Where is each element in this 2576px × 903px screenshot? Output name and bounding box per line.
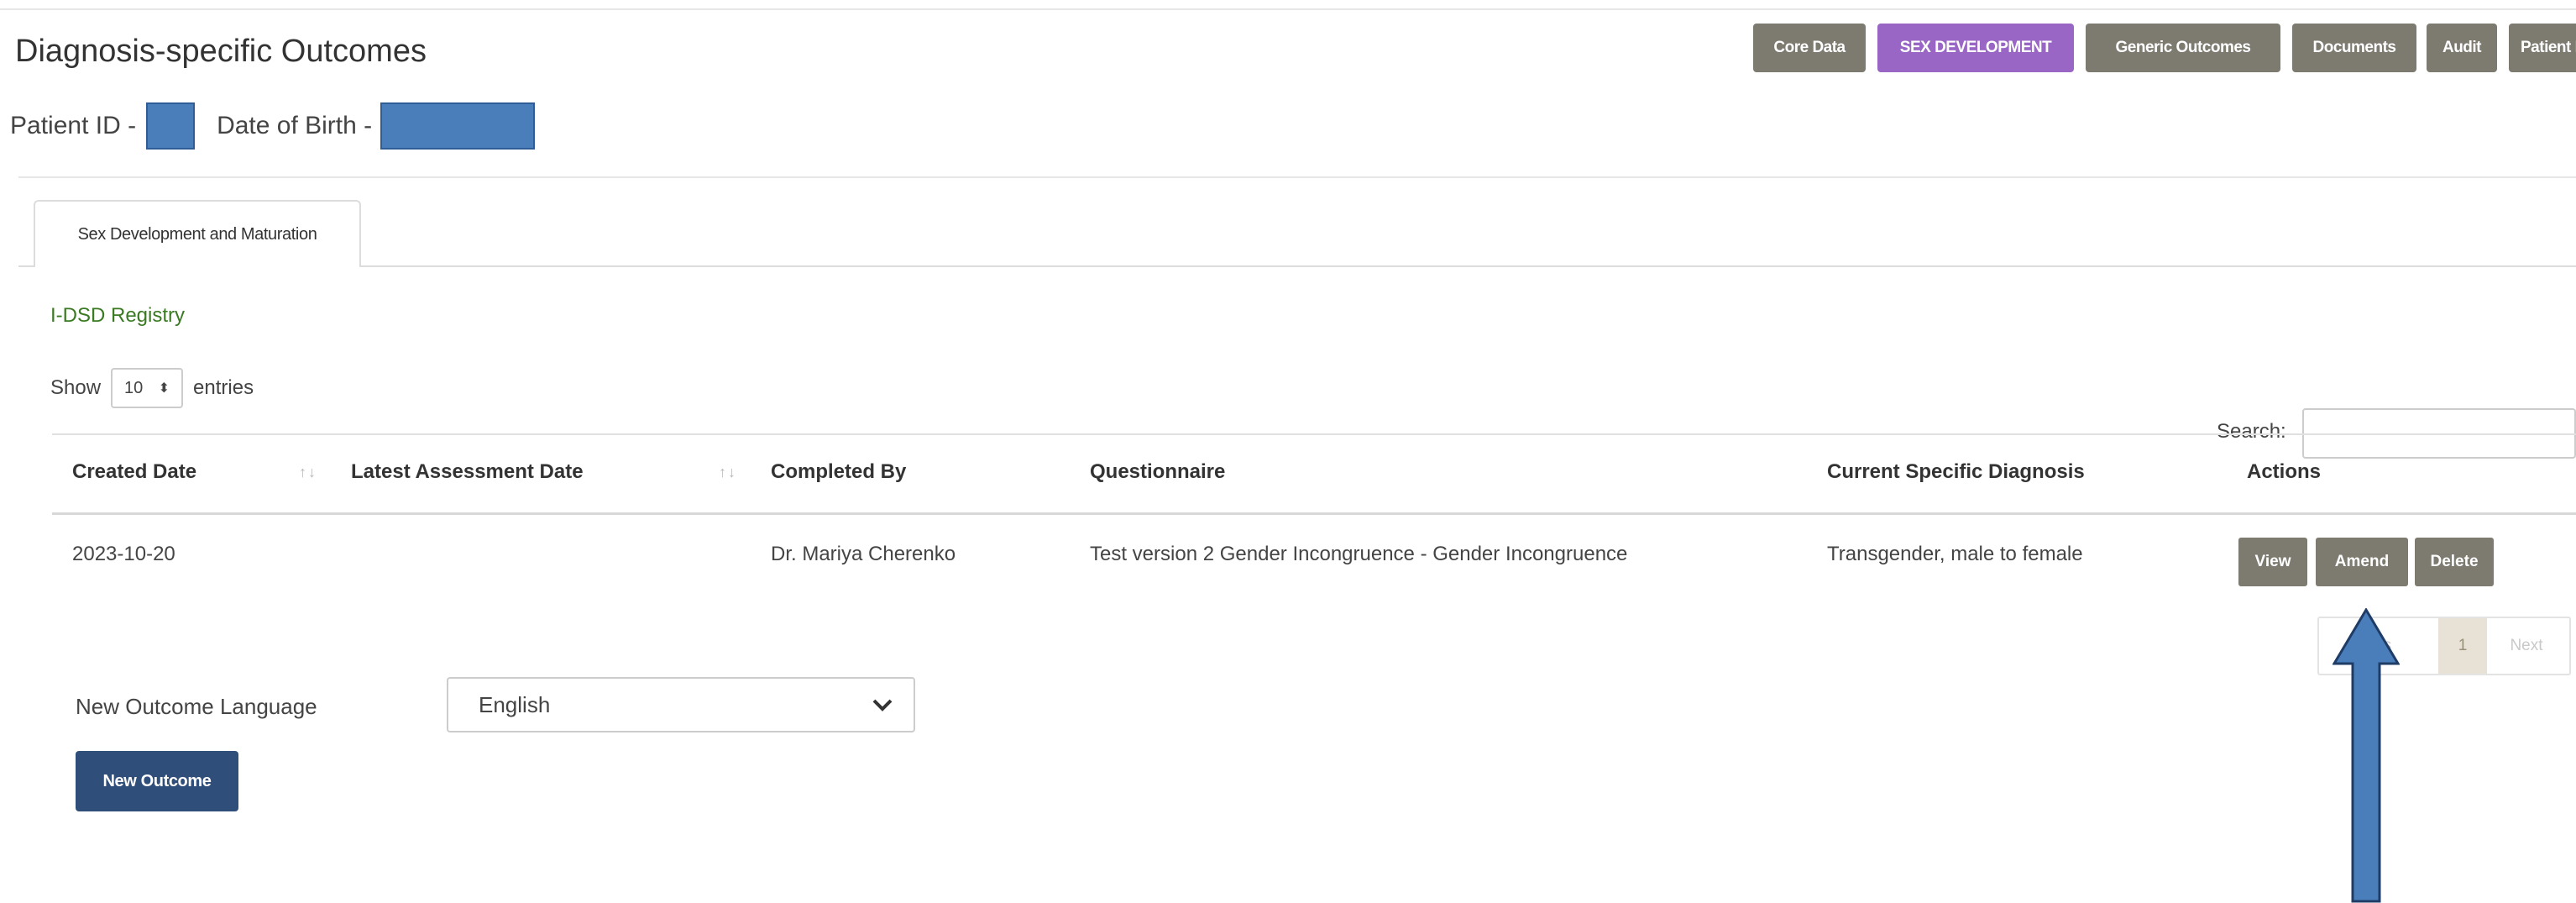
patient-info-row: Patient ID - Date of Birth - bbox=[10, 102, 536, 150]
updown-icon: ⬍ bbox=[158, 381, 170, 396]
entries-select[interactable]: 10 ⬍ bbox=[111, 368, 184, 408]
sort-icon[interactable]: ↑↓ bbox=[719, 464, 737, 481]
delete-button[interactable]: Delete bbox=[2415, 538, 2494, 586]
nav-documents-button[interactable]: Documents bbox=[2292, 24, 2416, 72]
language-label: New Outcome Language bbox=[76, 694, 317, 719]
nav-core-data-button[interactable]: Core Data bbox=[1753, 24, 1866, 72]
header-questionnaire[interactable]: Questionnaire bbox=[1090, 460, 1225, 484]
header-latest-assessment-date[interactable]: Latest Assessment Date bbox=[351, 460, 584, 484]
cell-completed-by: Dr. Mariya Cherenko bbox=[771, 543, 956, 565]
show-label: Show bbox=[50, 376, 102, 399]
nav-patient-list-button[interactable]: Patient Li bbox=[2509, 24, 2576, 72]
cell-diagnosis: Transgender, male to female bbox=[1827, 543, 2083, 565]
language-value: English bbox=[479, 691, 551, 717]
next-page-button[interactable]: Next bbox=[2487, 618, 2566, 674]
cell-questionnaire: Test version 2 Gender Incongruence - Gen… bbox=[1090, 543, 1628, 565]
header-current-specific-diagnosis[interactable]: Current Specific Diagnosis bbox=[1827, 460, 2085, 484]
language-select[interactable]: English bbox=[447, 677, 915, 732]
table-header-border bbox=[52, 512, 2576, 515]
entries-label: entries bbox=[193, 376, 254, 399]
registry-link[interactable]: I-DSD Registry bbox=[50, 304, 185, 328]
tab-baseline bbox=[18, 265, 2576, 267]
sort-icon[interactable]: ↑↓ bbox=[299, 464, 317, 481]
search-label: Search: bbox=[2217, 420, 2286, 443]
annotation-arrow-icon bbox=[2333, 608, 2400, 903]
new-outcome-button[interactable]: New Outcome bbox=[76, 751, 238, 811]
nav-audit-button[interactable]: Audit bbox=[2427, 24, 2497, 72]
view-button[interactable]: View bbox=[2238, 538, 2307, 586]
current-page-button[interactable]: 1 bbox=[2438, 618, 2487, 674]
header-divider bbox=[18, 176, 2576, 178]
nav-generic-outcomes-button[interactable]: Generic Outcomes bbox=[2086, 24, 2280, 72]
entries-value: 10 bbox=[124, 378, 144, 397]
page-title: Diagnosis-specific Outcomes bbox=[15, 34, 427, 69]
nav-sex-development-button[interactable]: SEX DEVELOPMENT bbox=[1877, 24, 2074, 72]
top-divider bbox=[0, 8, 2576, 10]
tab-sex-development-maturation[interactable]: Sex Development and Maturation bbox=[34, 200, 361, 267]
header-created-date[interactable]: Created Date bbox=[72, 460, 196, 484]
header-actions: Actions bbox=[2247, 460, 2322, 483]
cell-created-date: 2023-10-20 bbox=[72, 543, 175, 565]
dob-redaction bbox=[380, 102, 536, 150]
patient-id-redaction bbox=[146, 102, 196, 150]
patient-id-label: Patient ID - bbox=[10, 112, 137, 139]
table-top-border bbox=[52, 433, 2576, 435]
amend-button[interactable]: Amend bbox=[2316, 538, 2408, 586]
entries-control: Show 10 ⬍ entries bbox=[50, 368, 254, 408]
header-completed-by[interactable]: Completed By bbox=[771, 460, 906, 484]
dob-label: Date of Birth - bbox=[217, 112, 373, 139]
chevron-down-icon bbox=[872, 699, 893, 711]
